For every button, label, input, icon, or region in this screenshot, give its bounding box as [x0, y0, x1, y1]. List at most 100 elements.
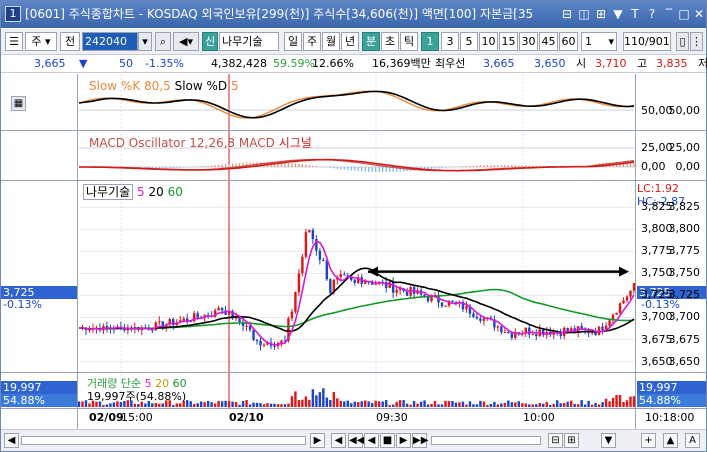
scroll-right-icon[interactable]: ▶ [310, 433, 325, 448]
market-select[interactable]: 주 ▾ [25, 32, 57, 51]
volume-bar [144, 403, 147, 407]
search-icon[interactable]: ⌕ [155, 32, 171, 51]
volume-bar [245, 400, 248, 407]
stop-icon[interactable]: ■ [380, 433, 395, 448]
split-icon[interactable]: ◫ [576, 6, 592, 22]
candle [353, 280, 356, 283]
layout-icon[interactable]: ⊟ [559, 6, 575, 22]
volume-bar [576, 404, 580, 407]
ma5-line [78, 240, 635, 346]
candle [472, 313, 475, 317]
interval-input[interactable]: 1 ▾ [581, 32, 617, 51]
volume-bar [517, 401, 521, 407]
volume-bar [102, 404, 105, 407]
stock-code-input[interactable]: 242040 [82, 32, 138, 51]
volume-bar [622, 402, 625, 407]
candle [301, 256, 304, 274]
scroll-left-icon[interactable]: ◀ [4, 433, 19, 448]
chart-area[interactable]: ▦ Slow %K 80,5 Slow %D 5 50,00 50,00 MAC… [1, 74, 706, 429]
period-month[interactable]: 월 [322, 32, 340, 51]
volume-bar [283, 404, 287, 407]
interval-15[interactable]: 15 [499, 32, 518, 51]
volume-bar [88, 403, 91, 407]
period-year[interactable]: 년 [341, 32, 359, 51]
pane-divider[interactable] [1, 180, 706, 181]
interval-5[interactable]: 5 [460, 32, 478, 51]
sound-icon[interactable]: ◀▾ [173, 32, 199, 51]
pane-divider[interactable] [1, 372, 706, 373]
text-icon[interactable]: T [627, 6, 643, 22]
horizontal-scrollbar[interactable] [21, 436, 306, 445]
step-back-icon[interactable]: ◀ [331, 433, 346, 448]
candle [475, 316, 479, 319]
period-select[interactable]: 전 [60, 32, 80, 51]
zoom-slider[interactable] [431, 436, 541, 445]
zoom-in-icon[interactable]: ⊞ [564, 433, 579, 448]
code-dropdown-icon[interactable]: ▾ [138, 32, 152, 51]
grid-icon[interactable]: ⊞ [593, 6, 609, 22]
interval-10[interactable]: 10 [479, 32, 498, 51]
lock-icon[interactable]: ▯ [676, 32, 689, 51]
current-pct-left: -0.13% [3, 298, 42, 311]
volume-bar [81, 401, 84, 407]
volume-bar [255, 402, 259, 407]
volume-bar [213, 403, 217, 407]
pane-divider[interactable] [1, 408, 706, 409]
interval-30[interactable]: 30 [519, 32, 538, 51]
volume-bar [105, 404, 109, 407]
add-icon[interactable]: + [641, 433, 656, 448]
volume-bar [458, 402, 461, 407]
interval-45[interactable]: 45 [539, 32, 558, 51]
stock-name-field[interactable]: 나무기술 [219, 32, 279, 51]
up-icon[interactable]: ▲ [663, 433, 678, 448]
trade-amount: 16,369백만 [372, 57, 431, 70]
period-day[interactable]: 일 [284, 32, 302, 51]
view-dropdown-icon[interactable]: ▼ [601, 433, 616, 448]
stoch-tick-right: 50,00 [641, 104, 673, 117]
play-icon[interactable]: ▶ [396, 433, 411, 448]
rewind-icon[interactable]: ◀◀ [348, 433, 364, 448]
macd-legend[interactable]: MACD Oscillator 12,26,8 MACD 시그널 [89, 134, 312, 151]
fast-forward-icon[interactable]: ▶▶ [412, 433, 428, 448]
volume-bar [632, 396, 636, 407]
interval-3[interactable]: 3 [441, 32, 459, 51]
period-second[interactable]: 초 [381, 32, 399, 51]
high-price: 3,835 [656, 57, 688, 70]
bars-count-field[interactable]: 110/901 [623, 32, 671, 51]
quote-row: 3,665 ▼ 50 -1.35% 4,382,428 59.59% 12.66… [1, 56, 707, 73]
dropdown-icon[interactable]: ▼ [610, 6, 626, 22]
close-button[interactable]: ✕ [691, 6, 707, 22]
pane-divider[interactable] [1, 130, 706, 131]
candle [220, 307, 224, 311]
volume-bar [482, 401, 486, 407]
macd-tick-right: 25,00 [641, 141, 673, 154]
period-minute[interactable]: 분 [362, 32, 380, 51]
volume-bar [423, 400, 426, 407]
best-bid: 3,650 [534, 57, 566, 70]
volume-bar [294, 391, 297, 407]
zoom-out-icon[interactable]: ⊟ [548, 433, 563, 448]
price-legend[interactable]: 나무기술 5 20 60 [83, 183, 183, 200]
maximize-button[interactable]: □ [676, 6, 692, 22]
volume-bar [566, 401, 569, 407]
menu-icon[interactable]: ☰ [5, 32, 23, 51]
price-change: 50 [119, 57, 133, 70]
price-tick-left: 3,650 [668, 354, 701, 368]
grid-view-icon[interactable]: ▦ [11, 96, 26, 111]
interval-1[interactable]: 1 [421, 32, 439, 51]
help-icon[interactable]: ? [644, 6, 660, 22]
volume-bar [199, 401, 203, 407]
font-icon[interactable]: A [685, 433, 700, 448]
volume-bar [238, 404, 241, 407]
candle [252, 329, 255, 340]
stochastic-legend[interactable]: Slow %K 80,5 Slow %D 5 [89, 79, 239, 93]
stoch-d-line [78, 90, 635, 119]
volume-bar [224, 400, 227, 407]
play-back-icon[interactable]: ◀ [364, 433, 379, 448]
interval-60[interactable]: 60 [559, 32, 578, 51]
volume-bar [297, 400, 301, 407]
minimize-button[interactable]: ‾ [661, 6, 677, 22]
period-week[interactable]: 주 [303, 32, 321, 51]
settings-icon[interactable]: ⋮ [690, 32, 703, 51]
period-tick[interactable]: 틱 [400, 32, 418, 51]
